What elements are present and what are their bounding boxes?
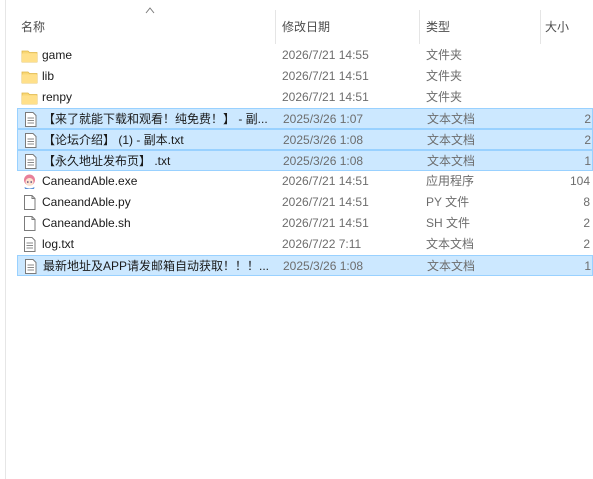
file-row[interactable]: game 2026/7/21 14:55 文件夹 <box>17 45 593 66</box>
file-name: CaneandAble.py <box>42 195 131 209</box>
file-type: 文本文档 <box>426 237 475 251</box>
file-row[interactable]: lib 2026/7/21 14:51 文件夹 <box>17 66 593 87</box>
blank-file-icon <box>21 215 38 232</box>
file-icon-cell <box>21 87 39 108</box>
column-header-bar: 名称 修改日期 类型 大小 <box>5 0 593 44</box>
column-separator[interactable] <box>275 10 276 44</box>
file-size <box>537 66 592 87</box>
file-size: 2 <box>583 216 590 230</box>
file-name: CaneandAble.sh <box>42 216 131 230</box>
file-type: 文件夹 <box>426 48 463 62</box>
folder-icon <box>21 68 38 85</box>
file-size <box>537 45 592 66</box>
file-icon-cell <box>21 171 39 192</box>
file-type: PY 文件 <box>426 195 470 209</box>
file-icon-cell <box>22 256 40 277</box>
file-size: 1 <box>584 154 591 168</box>
file-size: 8 <box>583 195 590 209</box>
file-row[interactable]: CaneandAble.exe 2026/7/21 14:51 应用程序 104 <box>17 171 593 192</box>
file-icon-cell <box>21 66 39 87</box>
file-size: 2 <box>584 112 591 126</box>
file-name: log.txt <box>42 237 75 251</box>
file-icon-cell <box>21 45 39 66</box>
file-icon-cell <box>21 213 39 234</box>
file-type: 文本文档 <box>427 154 476 168</box>
text-document-icon <box>21 236 38 253</box>
file-size: 2 <box>583 237 590 251</box>
file-modified-date: 2026/7/21 14:51 <box>282 69 369 83</box>
column-header-type[interactable]: 类型 <box>426 17 526 37</box>
file-modified-date: 2026/7/22 7:11 <box>282 237 362 251</box>
file-type: 文本文档 <box>427 112 476 126</box>
file-icon-cell <box>21 234 39 255</box>
text-document-icon <box>22 132 39 149</box>
file-row[interactable]: 最新地址及APP请发邮箱自动获取！！！... 2025/3/26 1:08 文本文档… <box>17 255 593 276</box>
file-icon-cell <box>21 192 39 213</box>
file-type: 文本文档 <box>427 133 476 147</box>
file-size: 2 <box>584 133 591 147</box>
file-name: 【永久地址发布页】 .txt <box>43 154 171 168</box>
file-name: 【来了就能下载和观看！纯免费！】 - 副... <box>43 112 268 126</box>
column-separator[interactable] <box>419 10 420 44</box>
file-icon-cell <box>22 130 40 151</box>
window-left-edge <box>0 0 6 479</box>
file-icon-cell <box>22 151 40 172</box>
file-modified-date: 2025/3/26 1:07 <box>283 112 364 126</box>
file-modified-date: 2025/3/26 1:08 <box>283 133 364 147</box>
column-header-size[interactable]: 大小 <box>545 17 593 37</box>
file-modified-date: 2026/7/21 14:51 <box>282 216 369 230</box>
file-type: SH 文件 <box>426 216 471 230</box>
file-name: 最新地址及APP请发邮箱自动获取！！！... <box>43 259 270 273</box>
file-type: 文件夹 <box>426 69 463 83</box>
file-type: 文本文档 <box>427 259 476 273</box>
file-row[interactable]: 【永久地址发布页】 .txt 2025/3/26 1:08 文本文档 1 <box>17 150 593 171</box>
file-row[interactable]: 【来了就能下载和观看！纯免费！】 - 副... 2025/3/26 1:07 文本文… <box>17 108 593 129</box>
file-name: renpy <box>42 90 73 104</box>
file-name: game <box>42 48 73 62</box>
text-document-icon <box>22 258 39 275</box>
file-name: CaneandAble.exe <box>42 174 138 188</box>
column-header-name[interactable]: 名称 <box>21 17 261 37</box>
file-modified-date: 2025/3/26 1:08 <box>283 259 364 273</box>
file-type: 应用程序 <box>426 174 475 188</box>
file-modified-date: 2026/7/21 14:55 <box>282 48 369 62</box>
blank-file-icon <box>21 194 38 211</box>
file-modified-date: 2026/7/21 14:51 <box>282 174 369 188</box>
text-document-icon <box>22 111 39 128</box>
sort-ascending-icon[interactable] <box>145 6 155 14</box>
file-row[interactable]: renpy 2026/7/21 14:51 文件夹 <box>17 87 593 108</box>
folder-icon <box>21 47 38 64</box>
folder-icon <box>21 89 38 106</box>
column-separator[interactable] <box>540 10 541 44</box>
file-size: 104 <box>569 174 590 188</box>
file-name: 【论坛介绍】 (1) - 副本.txt <box>43 133 184 147</box>
file-name: lib <box>42 69 55 83</box>
file-row[interactable]: CaneandAble.py 2026/7/21 14:51 PY 文件 8 <box>17 192 593 213</box>
file-row[interactable]: CaneandAble.sh 2026/7/21 14:51 SH 文件 2 <box>17 213 593 234</box>
file-size <box>537 87 592 108</box>
file-modified-date: 2025/3/26 1:08 <box>283 154 364 168</box>
file-type: 文件夹 <box>426 90 463 104</box>
column-header-date[interactable]: 修改日期 <box>282 17 412 37</box>
file-modified-date: 2026/7/21 14:51 <box>282 90 369 104</box>
file-modified-date: 2026/7/21 14:51 <box>282 195 369 209</box>
file-row[interactable]: 【论坛介绍】 (1) - 副本.txt 2025/3/26 1:08 文本文档 2 <box>17 129 593 150</box>
file-size: 1 <box>584 259 591 273</box>
app-exe-icon <box>21 173 38 190</box>
file-icon-cell <box>22 109 40 130</box>
text-document-icon <box>22 153 39 170</box>
file-row[interactable]: log.txt 2026/7/22 7:11 文本文档 2 <box>17 234 593 255</box>
